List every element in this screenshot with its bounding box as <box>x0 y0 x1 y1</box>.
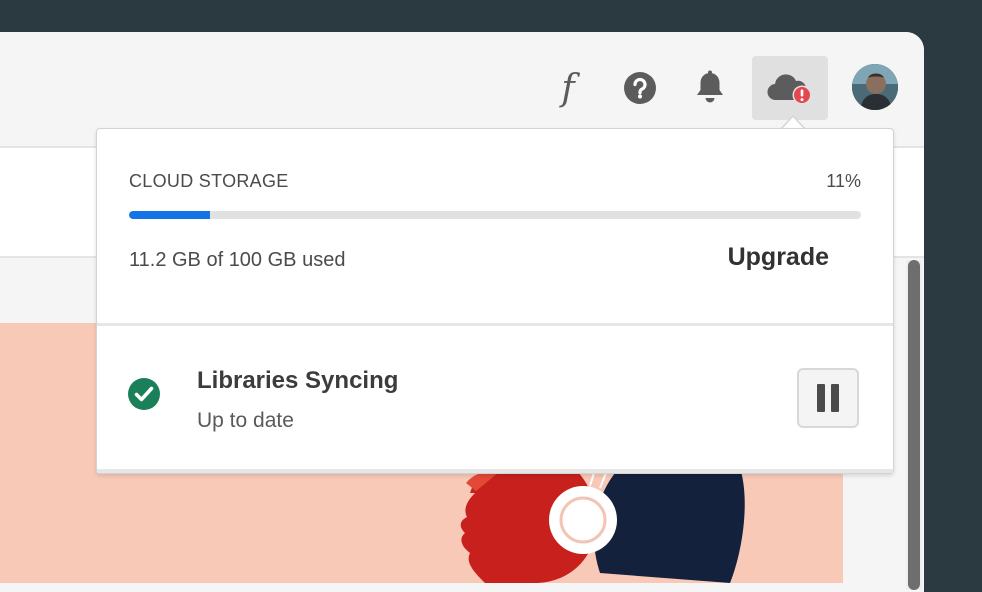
popover-footer-edge <box>97 469 893 473</box>
cloud-alert-icon[interactable] <box>752 56 828 120</box>
storage-used-text: 11.2 GB of 100 GB used <box>129 249 346 271</box>
storage-percent: 11% <box>826 171 861 191</box>
check-circle-icon <box>128 378 160 410</box>
storage-progress-bar <box>129 211 861 219</box>
storage-label: CLOUD STORAGE <box>129 171 289 191</box>
pause-button[interactable] <box>797 368 859 428</box>
cloud-storage-popover: CLOUD STORAGE 11% 11.2 GB of 100 GB used… <box>96 128 894 474</box>
font-icon[interactable]: f <box>548 67 588 109</box>
avatar[interactable] <box>852 64 898 110</box>
sync-title: Libraries Syncing <box>197 367 399 394</box>
font-glyph: f <box>561 67 575 109</box>
bell-icon[interactable] <box>690 68 730 108</box>
scrollbar[interactable] <box>906 260 922 590</box>
pause-icon <box>817 384 825 412</box>
sync-status: Up to date <box>197 409 294 432</box>
upgrade-button[interactable]: Upgrade <box>728 243 829 272</box>
storage-progress-fill <box>129 211 210 219</box>
scroll-thumb[interactable] <box>908 260 920 590</box>
pause-icon-bar <box>831 384 839 412</box>
section-divider <box>97 323 893 326</box>
help-icon[interactable] <box>620 68 660 108</box>
